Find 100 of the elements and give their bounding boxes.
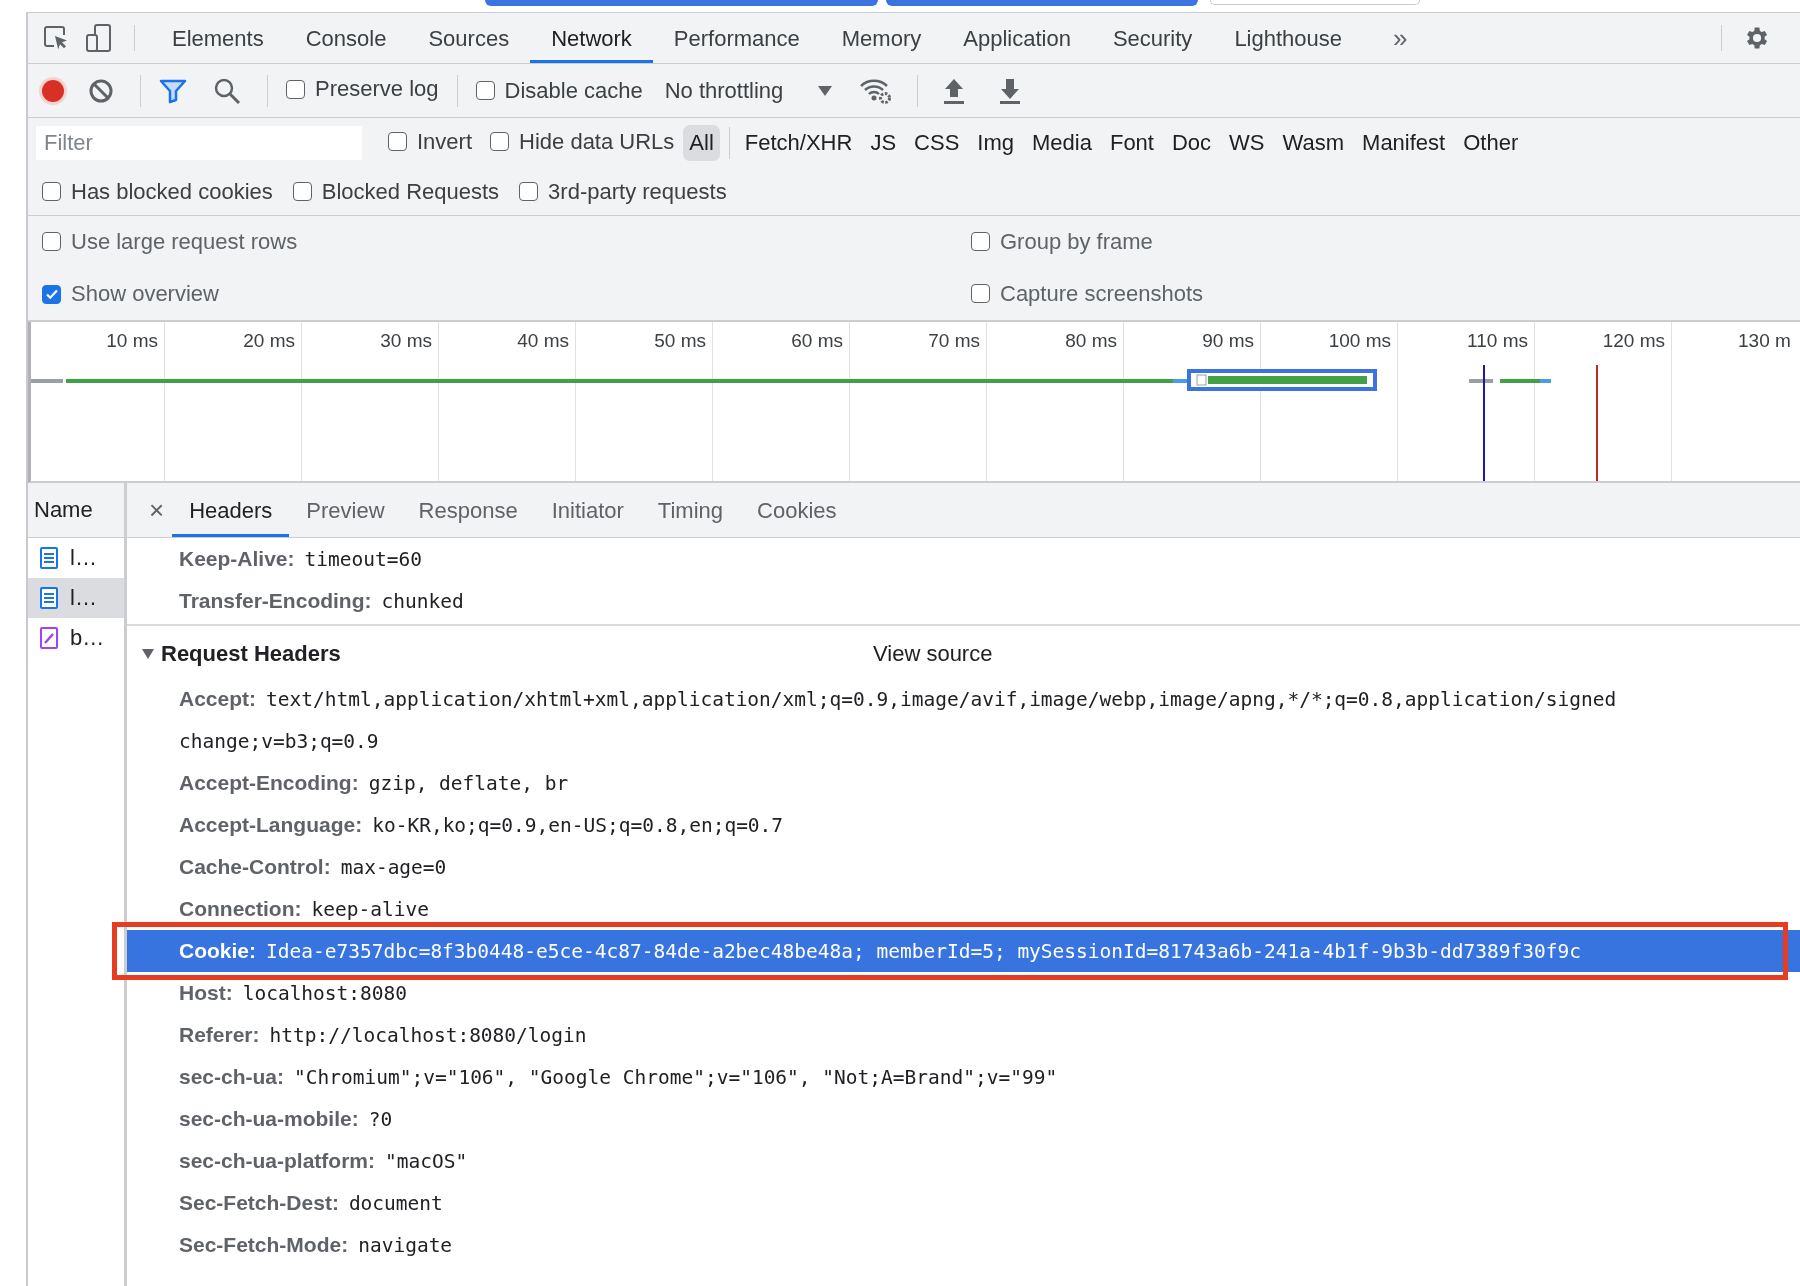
resource-type-button[interactable]: Font: [1103, 125, 1160, 161]
header-name: Sec-Fetch-Mode:: [179, 1233, 349, 1257]
time-tick-label: 80 ms: [1065, 330, 1117, 352]
checkbox[interactable]: [42, 182, 61, 201]
time-tick-label: 70 ms: [928, 330, 980, 352]
panel-tab[interactable]: Application: [942, 13, 1092, 63]
resource-type-button[interactable]: Other: [1457, 125, 1525, 161]
time-tick-label: 10 ms: [106, 330, 158, 352]
header-value: ?0: [368, 1107, 393, 1131]
checkbox-label: Capture screenshots: [1000, 280, 1203, 307]
download-icon[interactable]: [998, 76, 1023, 105]
time-tick-label: 30 ms: [380, 330, 432, 352]
panel-tab[interactable]: Performance: [652, 13, 821, 63]
resource-type-button[interactable]: Manifest: [1356, 125, 1452, 161]
resource-type-button[interactable]: Img: [971, 125, 1020, 161]
checkbox-label: Group by frame: [1000, 228, 1153, 255]
panel-tab[interactable]: Console: [284, 13, 408, 63]
header-value: timeout=60: [304, 547, 422, 571]
selected-request-bar[interactable]: [1187, 369, 1377, 391]
filter-icon[interactable]: [159, 77, 187, 104]
checkbox-label: Invert: [417, 128, 473, 155]
checkbox[interactable]: [292, 182, 312, 201]
throttling-select[interactable]: No throttling: [658, 73, 840, 108]
resource-type-button[interactable]: JS: [864, 125, 903, 161]
header-value: gzip, deflate, br: [368, 771, 569, 795]
time-tick-label: 60 ms: [791, 330, 843, 352]
device-icon[interactable]: [84, 23, 114, 53]
more-tabs-button[interactable]: »: [1383, 13, 1418, 63]
request-row[interactable]: l…: [28, 538, 124, 578]
details-tab[interactable]: Timing: [640, 483, 741, 537]
filter-field[interactable]: Filter: [36, 126, 362, 160]
checkbox-label: Preserve log: [315, 76, 439, 103]
header-value: "Chromium";v="106", "Google Chrome";v="106", "Not;A=Brand";v="99": [294, 1065, 1058, 1089]
checkbox[interactable]: [971, 232, 990, 252]
resource-type-button[interactable]: Wasm: [1276, 125, 1351, 161]
checkbox[interactable]: [42, 232, 61, 252]
details-tab[interactable]: Cookies: [740, 483, 854, 537]
checkbox[interactable]: [490, 132, 510, 152]
checkbox-label: Use large request rows: [71, 228, 298, 255]
panel-tab[interactable]: Network: [530, 13, 653, 63]
time-tick-label: 20 ms: [243, 330, 295, 352]
header-value: keep-alive: [311, 897, 429, 921]
resource-type-button[interactable]: Fetch/XHR: [738, 125, 859, 161]
resource-type-button[interactable]: Media: [1026, 125, 1098, 161]
panel-tab[interactable]: Security: [1091, 13, 1214, 63]
details-tab[interactable]: Initiator: [534, 483, 641, 537]
panel-tab[interactable]: Elements: [151, 13, 285, 63]
record-icon[interactable]: [38, 75, 68, 106]
panel-tab[interactable]: Memory: [820, 13, 943, 63]
details-tab[interactable]: Headers: [172, 483, 290, 537]
header-name: Cache-Control:: [179, 855, 331, 879]
time-tick-label: 110 ms: [1467, 330, 1528, 352]
checkbox[interactable]: [42, 284, 61, 304]
brush-file-icon: [40, 627, 58, 649]
header-name: Accept:: [179, 687, 257, 711]
highlighted-row[interactable]: Cookie: Idea-e7357dbc=8f3b0448-e5ce-4c87-84de-a2bec48be48a; memberId=5; mySessionId=81743a6b-241a-4b1f-9b3b-dd7389f30f9c: [127, 930, 1800, 972]
document-icon: [40, 587, 58, 609]
header-value-continuation: change;v=b3;q=0.9: [179, 729, 379, 753]
resource-type-button[interactable]: All: [683, 125, 720, 161]
header-name: Sec-Fetch-Dest:: [179, 1191, 339, 1215]
header-value: chunked: [381, 589, 464, 613]
checkbox-label: Show overview: [71, 281, 219, 307]
header-name: Keep-Alive:: [179, 547, 295, 571]
section-toggle[interactable]: Request Headers: [141, 641, 873, 667]
close-button[interactable]: ×: [141, 483, 173, 537]
header-name: sec-ch-ua:: [179, 1065, 285, 1089]
header-value: localhost:8080: [242, 981, 408, 1005]
checkbox[interactable]: [519, 182, 539, 201]
caret-icon: [817, 84, 834, 97]
time-tick-label: 40 ms: [517, 330, 569, 352]
details-tab[interactable]: Preview: [289, 483, 402, 537]
header-value: http://localhost:8080/login: [269, 1023, 587, 1047]
panel-tab[interactable]: Lighthouse: [1213, 13, 1364, 63]
header-name: Accept-Encoding:: [179, 771, 359, 795]
panel-tab[interactable]: Sources: [407, 13, 531, 63]
clear-icon[interactable]: [88, 77, 114, 104]
header-value: max-age=0: [340, 855, 447, 879]
checkbox[interactable]: [475, 81, 495, 100]
checkbox-label: Blocked Requests: [321, 178, 500, 205]
time-tick-label: 50 ms: [654, 330, 706, 352]
checkbox[interactable]: [286, 79, 305, 99]
time-tick-label: 90 ms: [1202, 330, 1254, 352]
time-tick-label: 120 ms: [1602, 330, 1665, 352]
view-source-link[interactable]: View source: [873, 641, 1800, 667]
header-name: Transfer-Encoding:: [179, 589, 372, 613]
details-tab[interactable]: Response: [401, 483, 535, 537]
checkbox[interactable]: [388, 132, 407, 152]
checkbox-label: 3rd-party requests: [548, 178, 727, 205]
header-name: Host:: [179, 981, 233, 1005]
time-tick-label: 130 m: [1738, 330, 1791, 352]
checkbox[interactable]: [971, 284, 990, 304]
time-tick-label: 100 ms: [1328, 330, 1391, 352]
header-name: Referer:: [179, 1023, 260, 1047]
header-name: sec-ch-ua-mobile:: [179, 1107, 359, 1131]
request-row[interactable]: b…: [28, 618, 124, 658]
resource-type-button[interactable]: CSS: [908, 125, 966, 161]
request-row[interactable]: l…: [28, 578, 124, 618]
search-icon[interactable]: [213, 76, 241, 105]
resource-type-button[interactable]: Doc: [1165, 125, 1218, 161]
resource-type-button[interactable]: WS: [1223, 125, 1271, 161]
